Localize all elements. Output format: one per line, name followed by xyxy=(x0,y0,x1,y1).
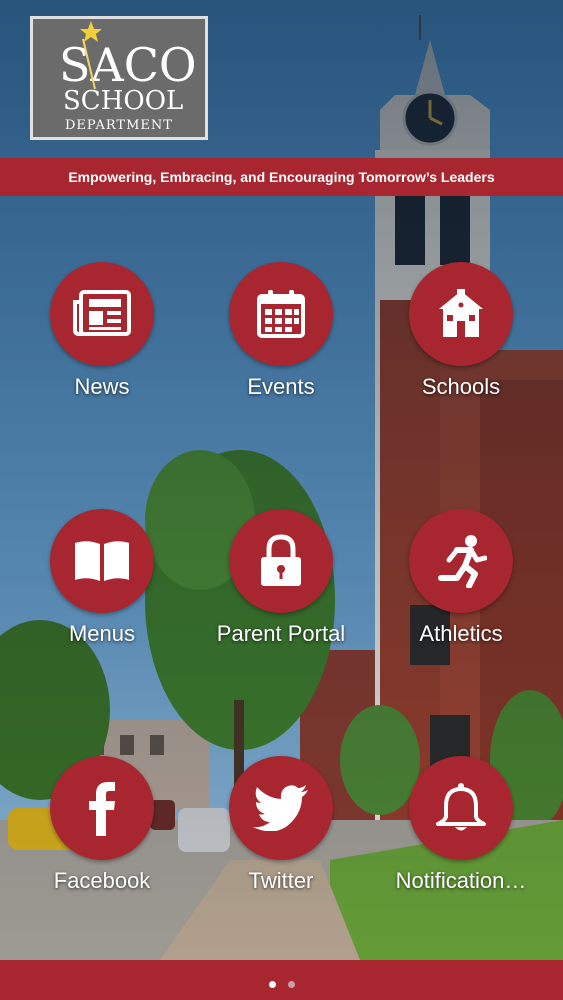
page-dot-1[interactable] xyxy=(268,981,276,988)
tile-label-athletics: Athletics xyxy=(419,621,503,646)
tagline-banner: Empowering, Embracing, and Encouraging T… xyxy=(0,158,563,196)
tile-parent-portal[interactable]: Parent Portal xyxy=(191,509,371,647)
tile-athletics[interactable]: Athletics xyxy=(371,509,551,647)
footer-bar xyxy=(0,960,563,1000)
athletics-circle[interactable] xyxy=(409,509,513,613)
tile-events[interactable]: Events xyxy=(191,262,371,400)
tile-twitter[interactable]: Twitter xyxy=(191,756,371,894)
bell-icon xyxy=(436,783,486,831)
tile-label-twitter: Twitter xyxy=(248,868,314,893)
tile-label-schools: Schools xyxy=(421,374,501,399)
calendar-icon xyxy=(257,290,305,338)
tile-label-news: News xyxy=(74,374,130,399)
schools-circle[interactable] xyxy=(409,262,513,366)
logo-text-school: SCHOOL xyxy=(63,86,183,116)
twitter-circle[interactable] xyxy=(229,756,333,860)
tile-facebook[interactable]: Facebook xyxy=(12,756,192,894)
tagline-text: Empowering, Embracing, and Encouraging T… xyxy=(68,169,495,185)
logo-graphic: SACO SCHOOL DEPARTMENT xyxy=(59,21,197,133)
tile-label-events: Events xyxy=(247,374,315,399)
logo-text-department: DEPARTMENT xyxy=(65,118,173,133)
twitter-icon xyxy=(253,785,308,831)
tile-notifications[interactable]: Notification… xyxy=(371,756,551,894)
logo-text-saco: SACO xyxy=(59,38,197,92)
events-circle[interactable] xyxy=(229,262,333,366)
book-icon xyxy=(75,541,129,581)
facebook-circle[interactable] xyxy=(50,756,154,860)
parent-portal-circle[interactable] xyxy=(229,509,333,613)
tile-label-facebook: Facebook xyxy=(53,868,151,893)
saco-school-logo: SACO SCHOOL DEPARTMENT xyxy=(30,16,208,140)
news-circle[interactable] xyxy=(50,262,154,366)
menus-circle[interactable] xyxy=(50,509,154,613)
schoolhouse-icon xyxy=(439,289,483,337)
tile-news[interactable]: News xyxy=(12,262,192,400)
tile-label-parent-portal: Parent Portal xyxy=(216,621,346,646)
facebook-icon xyxy=(89,782,115,836)
lock-icon xyxy=(261,534,301,586)
runner-icon xyxy=(438,535,487,588)
tile-label-notifications: Notification… xyxy=(395,868,527,893)
tile-label-menus: Menus xyxy=(68,621,136,646)
newspaper-icon xyxy=(73,290,131,336)
page-dot-2[interactable] xyxy=(287,981,295,988)
tile-menus[interactable]: Menus xyxy=(12,509,192,647)
notifications-circle[interactable] xyxy=(409,756,513,860)
tile-schools[interactable]: Schools xyxy=(371,262,551,400)
page-indicator[interactable] xyxy=(0,981,563,988)
